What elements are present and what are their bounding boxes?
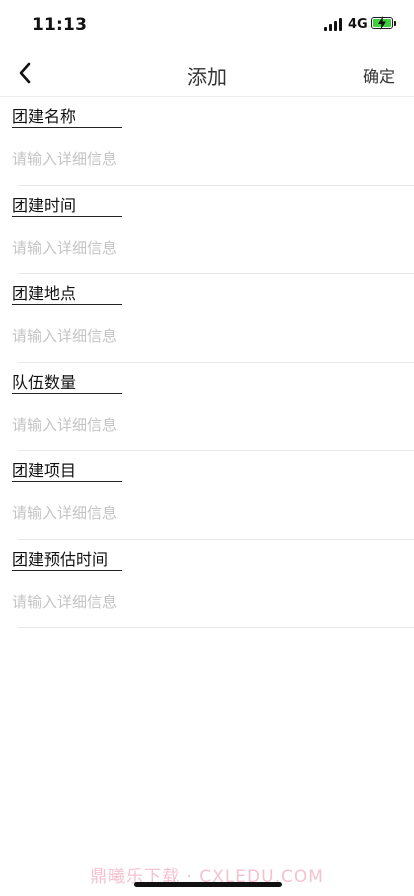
- team-event-name-input[interactable]: [12, 147, 392, 171]
- field-label: 团建名称: [12, 107, 77, 126]
- label-underline: [12, 127, 122, 128]
- divider: [18, 627, 414, 628]
- team-event-activities-input[interactable]: [12, 501, 392, 525]
- label-underline: [12, 569, 122, 571]
- estimated-duration-input[interactable]: [12, 589, 392, 614]
- form-field-time: 团建时间: [0, 186, 414, 274]
- network-type: 4G: [348, 17, 368, 32]
- status-time: 11:13: [32, 15, 88, 35]
- field-label: 团建预估时间: [12, 549, 109, 569]
- page-title: 添加: [187, 65, 227, 89]
- form-field-team-count: 队伍数量: [0, 363, 414, 451]
- signal-icon: [324, 18, 344, 31]
- team-event-time-input[interactable]: [12, 235, 392, 260]
- label-underline: [12, 215, 122, 217]
- form-field-location: 团建地点: [0, 274, 414, 363]
- form-field-estimated-duration: 团建预估时间: [0, 540, 414, 628]
- label-underline: [12, 392, 122, 394]
- form-field-activities: 团建项目: [0, 451, 414, 540]
- label-underline: [12, 481, 122, 482]
- confirm-button[interactable]: 确定: [363, 63, 395, 87]
- field-label: 团建地点: [12, 284, 77, 303]
- form-field-name: 团建名称: [0, 97, 414, 186]
- status-bar: 11:13 4G: [0, 0, 414, 50]
- label-underline: [12, 304, 122, 305]
- navigation-bar: 添加 确定: [0, 50, 414, 97]
- field-label: 团建时间: [12, 195, 77, 215]
- team-event-location-input[interactable]: [12, 324, 392, 348]
- add-form: 团建名称 团建时间 团建地点 队伍数量 团建项目 团建预估时间: [0, 97, 414, 628]
- team-count-input[interactable]: [12, 412, 392, 437]
- field-label: 队伍数量: [12, 372, 77, 392]
- field-label: 团建项目: [12, 461, 77, 480]
- home-indicator[interactable]: [134, 882, 282, 887]
- battery-charging-icon: [371, 16, 396, 30]
